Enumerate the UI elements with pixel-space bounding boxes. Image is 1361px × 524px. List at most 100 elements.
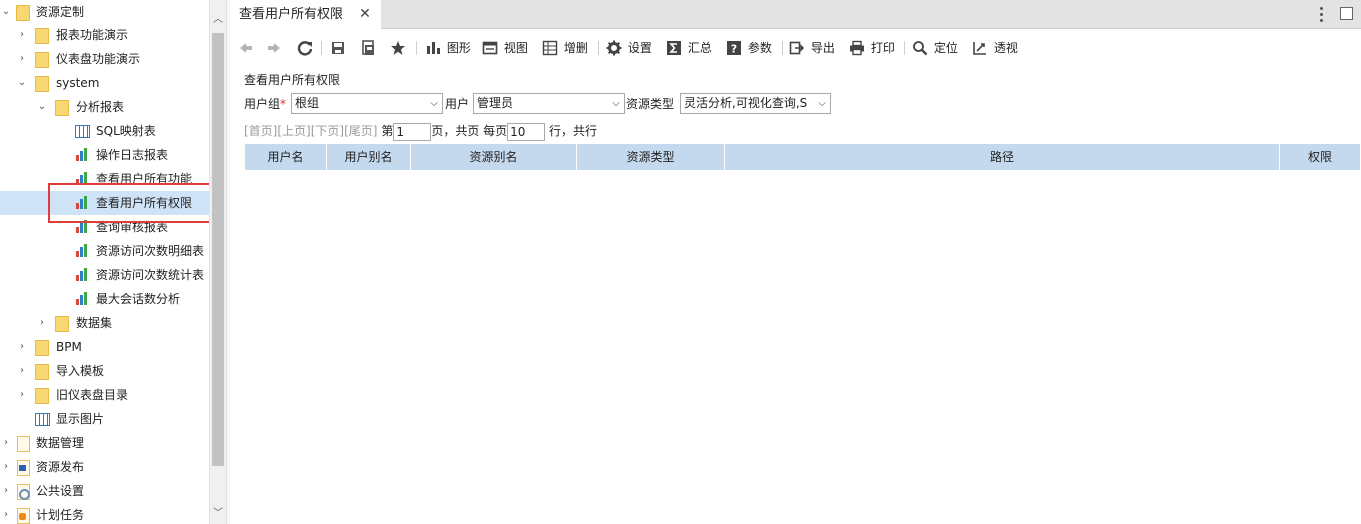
tree-item-old-dashboards[interactable]: › 旧仪表盘目录 — [0, 383, 209, 407]
save-icon — [332, 41, 344, 54]
prev-page-link[interactable]: [上页] — [277, 124, 310, 138]
tree-item-op-log[interactable]: 操作日志报表 — [0, 143, 209, 167]
tree-item-access-detail[interactable]: 资源访问次数明细表 — [0, 239, 209, 263]
magnifier-icon — [913, 40, 928, 55]
tree-item-user-functions[interactable]: 查看用户所有功能 — [0, 167, 209, 191]
page-size-input[interactable]: 10 — [507, 122, 546, 141]
app-window: ⌄ 资源定制 › 报表功能演示 › 仪表盘功能演示 ⌄ system ⌄ 分析报… — [0, 0, 1361, 524]
resource-type-select[interactable]: 灵活分析,可视化查询,S ⌵ — [680, 93, 831, 114]
save-as-icon — [362, 39, 374, 55]
tab-user-permissions[interactable]: 查看用户所有权限 ✕ — [230, 0, 381, 29]
tree-item-resource-custom[interactable]: ⌄ 资源定制 — [0, 0, 209, 24]
chevron-right-icon[interactable]: › — [16, 23, 28, 47]
tree-item-label: 显示图片 — [56, 412, 105, 426]
column-header[interactable]: 用户名 — [245, 144, 327, 170]
column-header[interactable]: 权限 — [1280, 144, 1360, 170]
save-button[interactable] — [330, 37, 348, 57]
tree-item-data-management[interactable]: › 数据管理 — [0, 431, 209, 455]
grid-edit-icon — [542, 40, 558, 55]
size-suffix: 行，共行 — [549, 124, 598, 138]
first-page-link[interactable]: [首页] — [244, 124, 277, 138]
export-button[interactable]: 导出 — [789, 37, 835, 57]
save-as-button[interactable] — [360, 37, 378, 57]
tree-item-bpm[interactable]: › BPM — [0, 335, 209, 359]
maximize-icon[interactable] — [1340, 7, 1353, 20]
folder-icon — [34, 27, 50, 44]
tree-item-resource-publish[interactable]: › 资源发布 — [0, 455, 209, 479]
export-label: 导出 — [810, 40, 835, 55]
forward-button[interactable] — [266, 37, 284, 57]
more-vertical-icon[interactable] — [1316, 6, 1326, 24]
tree-scrollbar[interactable]: ︿ ﹀ — [209, 0, 226, 524]
page-number-input[interactable]: 1 — [393, 122, 432, 141]
chevron-down-icon[interactable]: ⌄ — [0, 0, 12, 24]
pivot-button[interactable]: 透视 — [972, 37, 1018, 57]
chart-button[interactable]: 图形 — [425, 37, 471, 57]
tree-item-query-audit[interactable]: 查询审核报表 — [0, 215, 209, 239]
close-icon[interactable]: ✕ — [358, 0, 372, 29]
settings-button[interactable]: 设置 — [606, 37, 652, 57]
user-value: 管理员 — [477, 96, 514, 110]
tree-item-label: SQL映射表 — [96, 124, 156, 138]
page-schedule-icon — [15, 507, 31, 524]
tree-item-user-permissions[interactable]: 查看用户所有权限 — [0, 191, 209, 215]
chevron-right-icon[interactable]: › — [16, 383, 28, 407]
chevron-down-icon: ⌵ — [818, 98, 826, 109]
tree-item-access-stats[interactable]: 资源访问次数统计表 — [0, 263, 209, 287]
chevron-right-icon[interactable]: › — [0, 479, 12, 503]
chart-label: 图形 — [446, 40, 471, 55]
report-panel: 查看用户所有权限 ✕ 图形 视图 增删 设置 汇总 ? 参数 导出 打印 定位 … — [230, 0, 1361, 524]
folder-icon — [34, 75, 50, 92]
folder-icon — [34, 387, 50, 404]
tree-item-analysis-reports[interactable]: ⌄ 分析报表 — [0, 95, 209, 119]
scroll-up-icon[interactable]: ︿ — [210, 10, 226, 30]
tree-item-show-images[interactable]: 显示图片 — [0, 407, 209, 431]
chevron-right-icon[interactable]: › — [16, 359, 28, 383]
chevron-down-icon[interactable]: ⌄ — [36, 95, 48, 119]
scroll-thumb[interactable] — [212, 33, 224, 466]
add-delete-button[interactable]: 增删 — [542, 37, 588, 57]
user-group-select[interactable]: 根组 ⌵ — [291, 93, 443, 114]
user-select[interactable]: 管理员 ⌵ — [473, 93, 625, 114]
scroll-down-icon[interactable]: ﹀ — [210, 504, 226, 524]
params-button[interactable]: ? 参数 — [726, 37, 772, 57]
summary-button[interactable]: 汇总 — [666, 37, 712, 57]
chevron-right-icon[interactable]: › — [0, 503, 12, 524]
tree-item-label: 计划任务 — [36, 508, 85, 522]
user-group-value: 根组 — [295, 96, 320, 110]
print-button[interactable]: 打印 — [849, 37, 895, 57]
locate-button[interactable]: 定位 — [912, 37, 958, 57]
star-icon — [391, 40, 405, 55]
settings-label: 设置 — [627, 40, 652, 55]
last-page-link[interactable]: [尾页] — [344, 124, 377, 138]
tree-item-datasets[interactable]: › 数据集 — [0, 311, 209, 335]
tree-item-report-demo[interactable]: › 报表功能演示 — [0, 23, 209, 47]
column-header[interactable]: 用户别名 — [327, 144, 411, 170]
tree-item-public-settings[interactable]: › 公共设置 — [0, 479, 209, 503]
tree-item-dashboard-demo[interactable]: › 仪表盘功能演示 — [0, 47, 209, 71]
tree-item-sql-mapping[interactable]: SQL映射表 — [0, 119, 209, 143]
tree-item-system[interactable]: ⌄ system — [0, 71, 209, 95]
page-prefix: 第 — [381, 124, 394, 138]
refresh-button[interactable] — [297, 37, 315, 57]
favorite-button[interactable] — [390, 37, 408, 57]
tree-item-max-sessions[interactable]: 最大会话数分析 — [0, 287, 209, 311]
chevron-right-icon[interactable]: › — [0, 431, 12, 455]
tree-item-scheduled-tasks[interactable]: › 计划任务 — [0, 503, 209, 524]
column-header[interactable]: 路径 — [725, 144, 1280, 170]
folder-icon — [34, 339, 50, 356]
back-button[interactable] — [238, 37, 256, 57]
chevron-down-icon[interactable]: ⌄ — [16, 71, 28, 95]
view-button[interactable]: 视图 — [482, 37, 528, 57]
chevron-down-icon: ⌵ — [612, 98, 620, 109]
chevron-right-icon[interactable]: › — [0, 455, 12, 479]
column-header[interactable]: 资源类型 — [577, 144, 725, 170]
next-page-link[interactable]: [下页] — [311, 124, 344, 138]
tree-item-import-templates[interactable]: › 导入模板 — [0, 359, 209, 383]
column-header[interactable]: 资源别名 — [411, 144, 577, 170]
chevron-right-icon[interactable]: › — [16, 335, 28, 359]
toolbar-separator — [416, 41, 417, 55]
chevron-right-icon[interactable]: › — [36, 311, 48, 335]
chevron-right-icon[interactable]: › — [16, 47, 28, 71]
bar-chart-icon — [74, 219, 90, 235]
